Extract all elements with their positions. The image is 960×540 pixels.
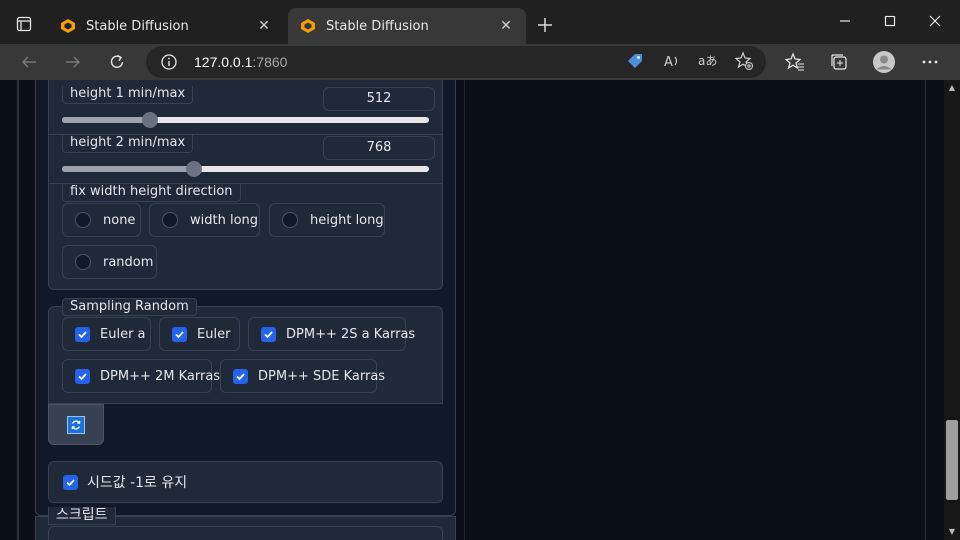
radio-label: width long	[190, 212, 259, 228]
radio-random[interactable]: random	[62, 245, 157, 279]
radio-circle-icon	[162, 212, 178, 228]
checkmark-icon	[233, 368, 248, 384]
maximize-icon[interactable]	[867, 6, 913, 36]
coupon-tag-icon[interactable]	[624, 50, 646, 72]
checkmark-icon	[63, 474, 78, 490]
sampling-label: Sampling Random	[62, 298, 197, 316]
stable-diffusion-favicon-icon	[60, 18, 76, 34]
script-dropdown[interactable]	[48, 526, 443, 540]
browser-tab-1[interactable]: Stable Diffusion ✕	[48, 8, 284, 44]
url-port: :7860	[252, 54, 288, 70]
radio-circle-icon	[75, 212, 91, 228]
tab-title: Stable Diffusion	[326, 18, 429, 34]
sampler-label: DPM++ 2M Karras	[100, 368, 221, 384]
scrollbar-thumb[interactable]	[946, 420, 958, 500]
scroll-down-icon[interactable]: ▼	[947, 527, 957, 537]
checkmark-icon	[261, 326, 276, 342]
radio-label: height long	[310, 212, 384, 228]
height1-slider-fill	[62, 117, 151, 123]
checkmark-icon	[75, 326, 90, 342]
height2-label: height 2 min/max	[62, 135, 194, 153]
scroll-up-icon[interactable]: ▲	[947, 83, 957, 93]
radio-label: none	[103, 212, 136, 228]
sampler-label: Euler	[197, 326, 231, 342]
close-window-icon[interactable]	[912, 6, 958, 36]
radio-label: random	[103, 254, 154, 270]
radio-none[interactable]: none	[62, 203, 141, 237]
radio-height-long[interactable]: height long	[269, 203, 385, 237]
read-aloud-icon[interactable]: A	[661, 50, 683, 72]
favorites-icon[interactable]	[780, 47, 810, 77]
checkmark-icon	[172, 326, 187, 342]
webui-page: height 1 min/max 512 height 2 min/max 76…	[0, 80, 944, 540]
script-label: 스크립트	[48, 507, 116, 525]
new-tab-icon[interactable]	[532, 12, 558, 38]
sampler-dpm-2s-a-karras-checkbox[interactable]: DPM++ 2S a Karras	[248, 317, 415, 351]
height2-slider-fill	[62, 166, 195, 172]
page-scrollbar[interactable]: ▲ ▼	[944, 80, 960, 540]
url-text: 127.0.0.1:7860	[194, 54, 287, 70]
collections-icon[interactable]	[824, 47, 854, 77]
sampler-label: Euler a	[100, 326, 146, 342]
height2-slider[interactable]	[62, 161, 429, 177]
close-tab-icon[interactable]: ✕	[498, 18, 514, 34]
column-border	[17, 80, 19, 540]
refresh-button[interactable]	[48, 404, 104, 445]
refresh-page-icon[interactable]	[102, 47, 132, 77]
height1-number-input[interactable]: 512	[323, 87, 435, 111]
svg-text:A: A	[664, 55, 673, 70]
height2-number-input[interactable]: 768	[323, 136, 435, 160]
sampler-euler-a-checkbox[interactable]: Euler a	[62, 317, 151, 351]
sampler-label: DPM++ 2S a Karras	[286, 326, 416, 342]
sampler-dpm-sde-karras-checkbox[interactable]: DPM++ SDE Karras	[220, 359, 385, 393]
radio-circle-icon	[282, 212, 298, 228]
forward-icon[interactable]	[58, 47, 88, 77]
radio-width-long[interactable]: width long	[149, 203, 260, 237]
radio-circle-icon	[75, 254, 91, 270]
keep-seed-checkbox[interactable]: 시드값 -1로 유지	[48, 461, 443, 503]
browser-nav-bar: 127.0.0.1:7860 A aあ	[0, 44, 960, 80]
tab-actions-icon[interactable]	[8, 8, 40, 40]
browser-tab-bar: Stable Diffusion ✕ Stable Diffusion ✕	[0, 0, 960, 44]
keep-seed-label: 시드값 -1로 유지	[87, 475, 188, 491]
close-tab-icon[interactable]: ✕	[256, 18, 272, 34]
refresh-icon	[67, 415, 85, 434]
sampler-label: DPM++ SDE Karras	[258, 368, 386, 384]
site-info-icon[interactable]	[160, 53, 178, 71]
sampler-euler-checkbox[interactable]: Euler	[159, 317, 240, 351]
tab-title: Stable Diffusion	[86, 18, 189, 34]
more-options-icon[interactable]	[915, 47, 945, 77]
output-column	[464, 80, 926, 540]
url-host: 127.0.0.1	[194, 54, 253, 70]
svg-text:aあ: aあ	[698, 54, 717, 68]
browser-tab-2[interactable]: Stable Diffusion ✕	[288, 8, 526, 44]
height1-slider[interactable]	[62, 112, 429, 128]
height2-slider-handle[interactable]	[186, 161, 203, 177]
stable-diffusion-favicon-icon	[300, 18, 316, 34]
profile-avatar-icon[interactable]	[869, 47, 899, 77]
direction-label: fix width height direction	[62, 184, 241, 202]
sampler-dpm-2m-karras-checkbox[interactable]: DPM++ 2M Karras	[62, 359, 220, 393]
checkmark-icon	[75, 368, 90, 384]
translate-icon[interactable]: aあ	[696, 50, 718, 72]
minimize-icon[interactable]	[822, 6, 868, 36]
height1-label: height 1 min/max	[62, 86, 194, 104]
back-icon[interactable]	[14, 47, 44, 77]
height1-slider-handle[interactable]	[142, 112, 159, 128]
add-favorite-icon[interactable]	[733, 50, 755, 72]
